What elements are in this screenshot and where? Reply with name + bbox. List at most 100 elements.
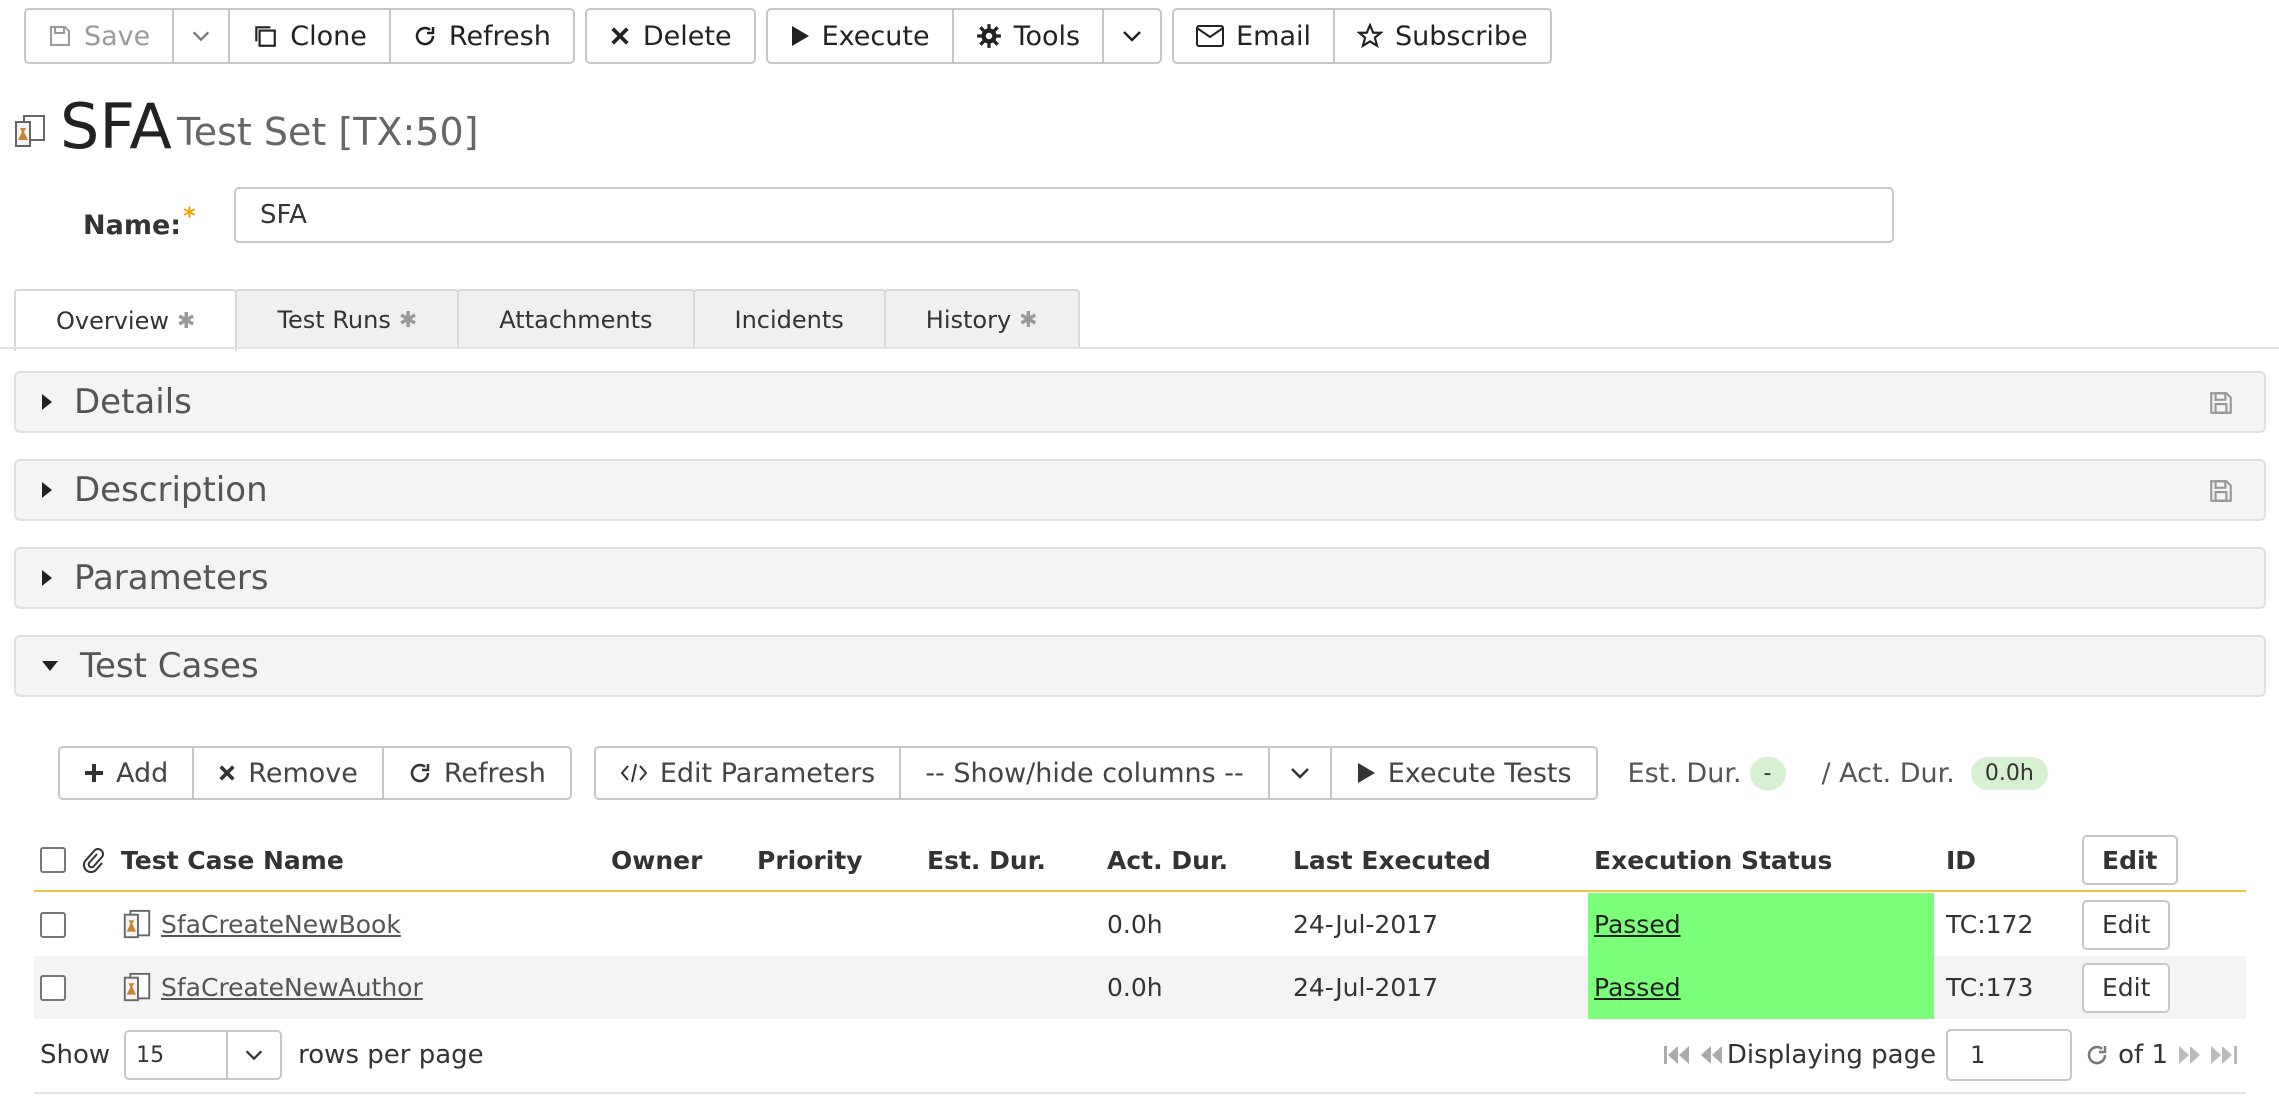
act-dur-cell: 0.0h bbox=[1107, 910, 1163, 939]
save-icon[interactable] bbox=[2208, 390, 2234, 420]
column-header-status[interactable]: Execution Status bbox=[1594, 830, 1832, 890]
est-dur-badge: - bbox=[1749, 756, 1786, 790]
chevron-down-icon bbox=[1288, 761, 1312, 785]
column-header-last-executed[interactable]: Last Executed bbox=[1293, 830, 1491, 890]
tools-label: Tools bbox=[1013, 20, 1081, 52]
tab-incidents[interactable]: Incidents bbox=[692, 289, 886, 349]
rows-per-page-select[interactable]: 15 bbox=[124, 1030, 283, 1080]
refresh-label: Refresh bbox=[443, 757, 546, 789]
execute-label: Execute bbox=[821, 20, 930, 52]
column-header-act-dur[interactable]: Act. Dur. bbox=[1107, 830, 1228, 890]
edit-cell: Edit bbox=[2082, 893, 2171, 956]
save-icon bbox=[48, 24, 72, 48]
tab-label: Test Runs bbox=[277, 306, 391, 334]
clone-button[interactable]: Clone bbox=[228, 8, 391, 64]
show-hide-columns-dropdown[interactable] bbox=[1267, 746, 1332, 800]
description-panel-header[interactable]: Description bbox=[14, 459, 2266, 521]
tab-divider bbox=[0, 347, 2279, 349]
column-header-owner[interactable]: Owner bbox=[611, 830, 702, 890]
row-checkbox-cell bbox=[40, 893, 66, 956]
act-dur-badge: 0.0h bbox=[1970, 756, 2048, 790]
column-header-priority[interactable]: Priority bbox=[757, 830, 863, 890]
column-header-est-dur[interactable]: Est. Dur. bbox=[927, 830, 1046, 890]
tab-label: Incidents bbox=[734, 306, 844, 334]
test-case-link[interactable]: SfaCreateNewBook bbox=[161, 910, 401, 939]
close-icon bbox=[218, 764, 236, 782]
close-icon bbox=[609, 25, 631, 47]
test-cases-panel-header[interactable]: Test Cases bbox=[14, 635, 2266, 697]
tc-refresh-button[interactable]: Refresh bbox=[381, 746, 572, 800]
refresh-label: Refresh bbox=[448, 20, 551, 52]
page-total: of 1 bbox=[2118, 1040, 2168, 1070]
show-label: Show bbox=[40, 1040, 111, 1070]
table-bottom-rule bbox=[34, 1092, 2246, 1094]
tab-overview[interactable]: Overview ✱ bbox=[14, 289, 238, 351]
chevron-down-icon bbox=[1120, 24, 1144, 48]
pager: Show 15 rows per page Displaying page of… bbox=[34, 1027, 2246, 1083]
rows-per-page-control: Show 15 rows per page bbox=[40, 1027, 484, 1083]
details-panel-header[interactable]: Details bbox=[14, 371, 2266, 433]
rows-per-page-label: rows per page bbox=[298, 1040, 484, 1070]
test-case-link[interactable]: SfaCreateNewAuthor bbox=[161, 973, 423, 1002]
previous-page-icon[interactable] bbox=[1698, 1043, 1724, 1067]
last-executed-cell: 24-Jul-2017 bbox=[1293, 973, 1439, 1002]
refresh-icon[interactable] bbox=[2085, 1043, 2109, 1067]
save-label: Save bbox=[84, 20, 151, 52]
add-button[interactable]: Add bbox=[58, 746, 195, 800]
edit-row-button[interactable]: Edit bbox=[2082, 962, 2171, 1013]
execute-group: Execute Tools bbox=[765, 8, 1163, 64]
panel-title: Parameters bbox=[74, 558, 269, 598]
edit-row-button[interactable]: Edit bbox=[2082, 899, 2171, 950]
execute-tests-button[interactable]: Execute Tests bbox=[1329, 746, 1598, 800]
save-group: Save Clone Refresh bbox=[24, 8, 575, 64]
last-executed-cell: 24-Jul-2017 bbox=[1293, 910, 1439, 939]
subscribe-label: Subscribe bbox=[1395, 20, 1528, 52]
save-options-button[interactable] bbox=[172, 8, 231, 64]
status-link[interactable]: Passed bbox=[1594, 910, 1681, 939]
tab-test-runs[interactable]: Test Runs ✱ bbox=[235, 289, 460, 349]
last-page-icon[interactable] bbox=[2209, 1043, 2239, 1067]
envelope-icon bbox=[1196, 25, 1225, 47]
row-checkbox[interactable] bbox=[40, 974, 66, 1001]
tools-dropdown-button[interactable] bbox=[1102, 8, 1163, 64]
panel-title: Description bbox=[74, 470, 268, 510]
column-header-name[interactable]: Test Case Name bbox=[121, 830, 344, 890]
tab-history[interactable]: History ✱ bbox=[883, 289, 1080, 349]
select-all-checkbox[interactable] bbox=[40, 847, 66, 873]
refresh-icon bbox=[413, 24, 437, 48]
status-link[interactable]: Passed bbox=[1594, 973, 1681, 1002]
rows-per-page-value: 15 bbox=[126, 1032, 229, 1078]
refresh-button[interactable]: Refresh bbox=[388, 8, 575, 64]
table-header: Test Case Name Owner Priority Est. Dur. … bbox=[34, 830, 2246, 892]
show-hide-columns-select[interactable]: -- Show/hide columns -- bbox=[899, 746, 1270, 800]
page-number-input[interactable] bbox=[1946, 1029, 2073, 1081]
panel-title: Test Cases bbox=[80, 646, 259, 686]
tc-edit-group: Add Remove Refresh bbox=[58, 746, 572, 800]
save-button[interactable]: Save bbox=[24, 8, 175, 64]
name-field[interactable] bbox=[234, 187, 1894, 243]
row-checkbox[interactable] bbox=[40, 911, 66, 938]
next-page-icon[interactable] bbox=[2177, 1043, 2203, 1067]
subscribe-button[interactable]: Subscribe bbox=[1333, 8, 1552, 64]
edit-parameters-button[interactable]: Edit Parameters bbox=[593, 746, 902, 800]
execute-button[interactable]: Execute bbox=[765, 8, 954, 64]
email-button[interactable]: Email bbox=[1172, 8, 1335, 64]
caret-right-icon bbox=[40, 480, 54, 500]
act-dur-cell: 0.0h bbox=[1107, 973, 1163, 1002]
column-header-id[interactable]: ID bbox=[1946, 830, 1976, 890]
execution-status-cell: Passed bbox=[1588, 956, 1934, 1019]
play-icon bbox=[1356, 762, 1376, 784]
save-icon[interactable] bbox=[2208, 478, 2234, 508]
column-header-edit-cell: Edit bbox=[2082, 830, 2178, 890]
test-cases-toolbar: Add Remove Refresh Edit Parameters -- Sh… bbox=[58, 746, 2056, 800]
first-page-icon[interactable] bbox=[1662, 1043, 1692, 1067]
tools-button[interactable]: Tools bbox=[951, 8, 1105, 64]
delete-button[interactable]: Delete bbox=[584, 8, 756, 64]
edit-all-button[interactable]: Edit bbox=[2082, 835, 2178, 885]
test-case-icon bbox=[120, 893, 154, 956]
parameters-panel-header[interactable]: Parameters bbox=[14, 547, 2266, 609]
clone-label: Clone bbox=[290, 20, 367, 52]
remove-button[interactable]: Remove bbox=[192, 746, 384, 800]
tab-bar: Overview ✱ Test Runs ✱ Attachments Incid… bbox=[14, 289, 1080, 351]
tab-attachments[interactable]: Attachments bbox=[457, 289, 695, 349]
